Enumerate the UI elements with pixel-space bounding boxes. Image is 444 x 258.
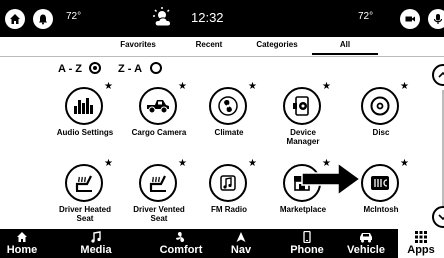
favorite-star-icon[interactable]: ★ (104, 82, 113, 92)
clock-time: 12:32 (191, 10, 224, 25)
favorite-star-icon[interactable]: ★ (400, 159, 409, 169)
cabin-temperature: 72° (358, 11, 374, 22)
app-label: Device Manager (286, 128, 320, 146)
disc-icon (361, 87, 399, 125)
climate-fan-icon (209, 87, 247, 125)
microphone-icon[interactable] (428, 9, 444, 29)
sort-az-radio[interactable] (89, 62, 101, 74)
scroll-up-icon[interactable] (432, 64, 444, 86)
nav-label: Phone (290, 244, 324, 256)
music-note-icon (209, 164, 247, 202)
pickup-truck-icon (139, 87, 177, 125)
app-label: Driver Heated Seat (58, 205, 112, 223)
nav-phone[interactable]: Phone (283, 229, 331, 258)
favorite-star-icon[interactable]: ★ (248, 82, 257, 92)
nav-label: Nav (230, 244, 252, 256)
tab-selected-indicator (312, 53, 378, 55)
bottom-navigation: Home Media Comfort Nav Phone Vehicle App… (0, 229, 444, 258)
home-icon[interactable] (5, 9, 25, 29)
navigation-arrow-icon (221, 231, 261, 243)
sort-az-label: A - Z (58, 63, 83, 75)
status-bar: 72° 12:32 72° (0, 0, 444, 37)
favorite-star-icon[interactable]: ★ (178, 159, 187, 169)
phone-icon (283, 231, 331, 243)
tab-recent[interactable]: Recent (176, 40, 242, 49)
car-icon (340, 231, 392, 243)
nav-comfort[interactable]: Comfort (151, 229, 211, 258)
camera-icon[interactable] (400, 9, 420, 29)
tab-categories[interactable]: Categories (244, 40, 310, 49)
app-label: Driver Vented Seat (133, 205, 185, 223)
grid-icon (398, 231, 444, 243)
mcintosh-logo-icon (361, 164, 399, 202)
nav-label: Media (80, 244, 112, 256)
tab-favorites[interactable]: Favorites (105, 40, 171, 49)
music-note-icon (66, 231, 126, 243)
sort-za-label: Z - A (118, 63, 143, 75)
nav-home[interactable]: Home (0, 229, 44, 258)
outside-temperature: 72° (66, 11, 82, 22)
favorite-star-icon[interactable]: ★ (104, 159, 113, 169)
tabs-divider (0, 56, 444, 57)
favorite-star-icon[interactable]: ★ (322, 82, 331, 92)
nav-label: Vehicle (347, 244, 385, 256)
alert-icon[interactable] (33, 9, 53, 29)
nav-label: Home (6, 244, 38, 256)
home-icon (0, 231, 44, 243)
nav-media[interactable]: Media (66, 229, 126, 258)
app-label: FM Radio (211, 205, 247, 214)
vented-seat-icon (139, 164, 177, 202)
app-label: Disc (372, 128, 390, 137)
equalizer-icon (65, 87, 103, 125)
nav-vehicle[interactable]: Vehicle (340, 229, 392, 258)
favorite-star-icon[interactable]: ★ (178, 82, 187, 92)
app-label: McIntosh (363, 205, 399, 214)
heated-seat-icon (65, 164, 103, 202)
sort-za-radio[interactable] (150, 62, 162, 74)
nav-label: Apps (407, 244, 435, 256)
app-label: Climate (214, 128, 244, 137)
nav-label: Comfort (159, 244, 203, 256)
nav-nav[interactable]: Nav (221, 229, 261, 258)
device-gear-icon (283, 87, 321, 125)
app-label: Audio Settings (56, 128, 114, 137)
favorite-star-icon[interactable]: ★ (400, 82, 409, 92)
scroll-down-icon[interactable] (432, 206, 444, 228)
favorite-star-icon[interactable]: ★ (248, 159, 257, 169)
nav-apps[interactable]: Apps (398, 229, 444, 258)
pointer-arrow-icon (301, 161, 362, 197)
app-label: Marketplace (279, 205, 327, 214)
partly-cloudy-icon (148, 6, 182, 35)
fan-icon (151, 231, 211, 243)
app-label: Cargo Camera (131, 128, 187, 137)
tab-all[interactable]: All (312, 40, 378, 49)
